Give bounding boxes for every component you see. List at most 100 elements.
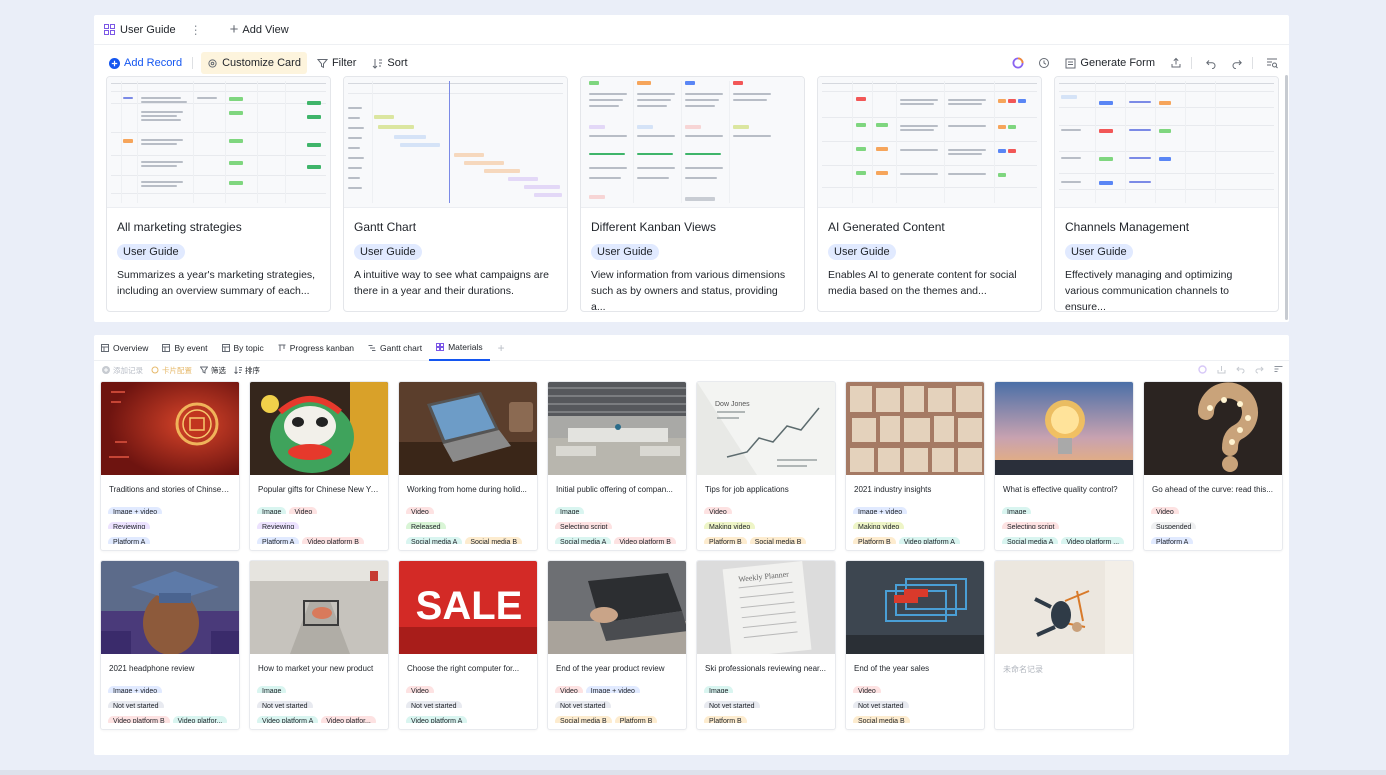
tag-chip: Not yet started: [257, 701, 313, 708]
material-card[interactable]: 未命名记录: [994, 560, 1134, 730]
material-card[interactable]: Traditions and stories of Chinses... Imag…: [100, 381, 240, 551]
material-card[interactable]: Weekly Planner Ski professionals reviewin…: [696, 560, 836, 730]
add-tab-button[interactable]: +: [498, 341, 505, 355]
toolbar-divider-right: [1191, 57, 1192, 69]
material-card[interactable]: End of the year sales Video Not yet starte…: [845, 560, 985, 730]
tab-by-event-label: By event: [174, 342, 208, 353]
filter-label: 筛选: [211, 365, 226, 375]
tag-chip: Image: [555, 507, 585, 514]
material-card-grid: Traditions and stories of Chinses... Imag…: [100, 381, 1283, 730]
undo-icon[interactable]: [1236, 365, 1245, 374]
material-card[interactable]: What is effective quality control? Image S…: [994, 381, 1134, 551]
material-card[interactable]: Go ahead of the curve: read this... Video…: [1143, 381, 1283, 551]
history-icon[interactable]: [1033, 52, 1055, 74]
card-title: Channels Management: [1065, 220, 1190, 234]
tag-chip: Social media A: [555, 537, 612, 544]
tag-chip: Video: [406, 686, 434, 693]
guide-card[interactable]: All marketing strategies User Guide Summ…: [106, 76, 331, 312]
sort-button[interactable]: Sort: [366, 52, 413, 74]
material-card[interactable]: Initial public offering of compan... Imag…: [547, 381, 687, 551]
tag-chip: Platform B: [704, 716, 747, 723]
tab-progress-kanban[interactable]: Progress kanban: [271, 335, 361, 361]
gear-icon: [151, 366, 159, 374]
tag-row: Video: [846, 678, 984, 693]
redo-icon[interactable]: [1255, 365, 1264, 374]
tag-row: Image: [250, 678, 388, 693]
material-card[interactable]: End of the year product review Video Image…: [547, 560, 687, 730]
guide-card[interactable]: Different Kanban Views User Guide View i…: [580, 76, 805, 312]
filter-icon: [200, 366, 208, 374]
material-card[interactable]: Working from home during holid... Video Re…: [398, 381, 538, 551]
cover-image: [1144, 382, 1282, 475]
tab-overview[interactable]: Overview: [94, 335, 155, 361]
customize-card-button[interactable]: Customize Card: [201, 52, 307, 74]
tag-row: Video: [399, 499, 537, 514]
tag-row: Image + video: [846, 499, 984, 514]
card-description: Summarizes a year's marketing strategies…: [117, 269, 316, 297]
customize-card-button[interactable]: 卡片配置: [151, 365, 192, 376]
material-card[interactable]: 2021 headphone review Image + video Not ye…: [100, 560, 240, 730]
card-title: Initial public offering of compan...: [556, 485, 673, 494]
plus-icon: +: [229, 21, 239, 38]
sort-icon: [373, 58, 383, 69]
card-tag: User Guide: [117, 244, 185, 260]
table-icon: [221, 343, 230, 352]
share-icon[interactable]: [1217, 365, 1226, 374]
guide-card[interactable]: Channels Management User Guide Effective…: [1054, 76, 1279, 312]
customize-card-label: 卡片配置: [162, 365, 192, 375]
more-options-icon[interactable]: ⋮: [190, 23, 202, 37]
material-card[interactable]: 2021 industry insights Image + video Makin…: [845, 381, 985, 551]
tab-by-event[interactable]: By event: [155, 335, 214, 361]
share-icon[interactable]: [1165, 52, 1187, 74]
tag-chip: Social media A: [1002, 537, 1059, 544]
tab-progress-kanban-label: Progress kanban: [289, 342, 355, 353]
tag-row: Social media A Video platform B: [548, 529, 686, 544]
guide-card[interactable]: Gantt Chart User Guide A intuitive way t…: [343, 76, 568, 312]
guide-card[interactable]: AI Generated Content User Guide Enables …: [817, 76, 1042, 312]
redo-icon[interactable]: [1226, 52, 1248, 74]
tag-chip: Video platform B: [108, 716, 170, 723]
generate-form-button[interactable]: Generate Form: [1059, 52, 1161, 74]
tab-by-topic[interactable]: By topic: [215, 335, 271, 361]
add-record-button[interactable]: Add Record: [103, 52, 188, 74]
cover-image: [101, 561, 239, 654]
tab-materials[interactable]: Materials: [429, 335, 490, 361]
undo-icon[interactable]: [1200, 52, 1222, 74]
tag-row: Platform B Video platform A: [846, 529, 984, 544]
tag-row: Not yet started: [250, 693, 388, 708]
tag-row: Not yet started: [101, 693, 239, 708]
add-view-button[interactable]: + Add View: [220, 15, 299, 45]
tag-row: Video platform A: [399, 708, 537, 723]
material-card[interactable]: Dow Jones Tips for job applications Video M…: [696, 381, 836, 551]
search-panel-icon[interactable]: [1274, 365, 1283, 374]
cover-image: [846, 382, 984, 475]
cover-image: [101, 382, 239, 475]
filter-button[interactable]: 筛选: [200, 365, 226, 376]
add-circle-icon: [109, 57, 120, 69]
tag-row: Reviewing: [250, 514, 388, 529]
ai-assistant-icon[interactable]: [1007, 52, 1029, 74]
card-description: A intuitive way to see what campaigns ar…: [354, 269, 549, 297]
tag-chip: Suspended: [1151, 522, 1197, 529]
material-card[interactable]: How to market your new product Image Not y…: [249, 560, 389, 730]
tag-chip: Image: [704, 686, 734, 693]
tag-row: Not yet started: [846, 693, 984, 708]
tag-chip: Platform B: [853, 537, 896, 544]
filter-button[interactable]: Filter: [311, 52, 362, 74]
tag-row: Not yet started: [399, 693, 537, 708]
cover-image: [250, 382, 388, 475]
tab-gantt-chart[interactable]: Gantt chart: [361, 335, 429, 361]
search-panel-icon[interactable]: [1261, 52, 1283, 74]
sort-button[interactable]: 排序: [234, 365, 260, 376]
add-record-button[interactable]: 添加记录: [102, 365, 143, 376]
tag-chip: Video: [704, 507, 732, 514]
tag-chip: Social media A: [406, 537, 463, 544]
tab-user-guide[interactable]: User Guide ⋮: [94, 15, 212, 45]
ai-assistant-icon[interactable]: [1198, 365, 1207, 374]
material-card[interactable]: Popular gifts for Chinese New Ye... Image…: [249, 381, 389, 551]
tag-chip: Video: [289, 507, 318, 514]
sort-label: Sort: [387, 57, 408, 69]
vertical-scrollbar[interactable]: [1285, 75, 1288, 320]
tag-row: Video: [697, 499, 835, 514]
material-card[interactable]: SALE Choose the right computer for... Vide…: [398, 560, 538, 730]
